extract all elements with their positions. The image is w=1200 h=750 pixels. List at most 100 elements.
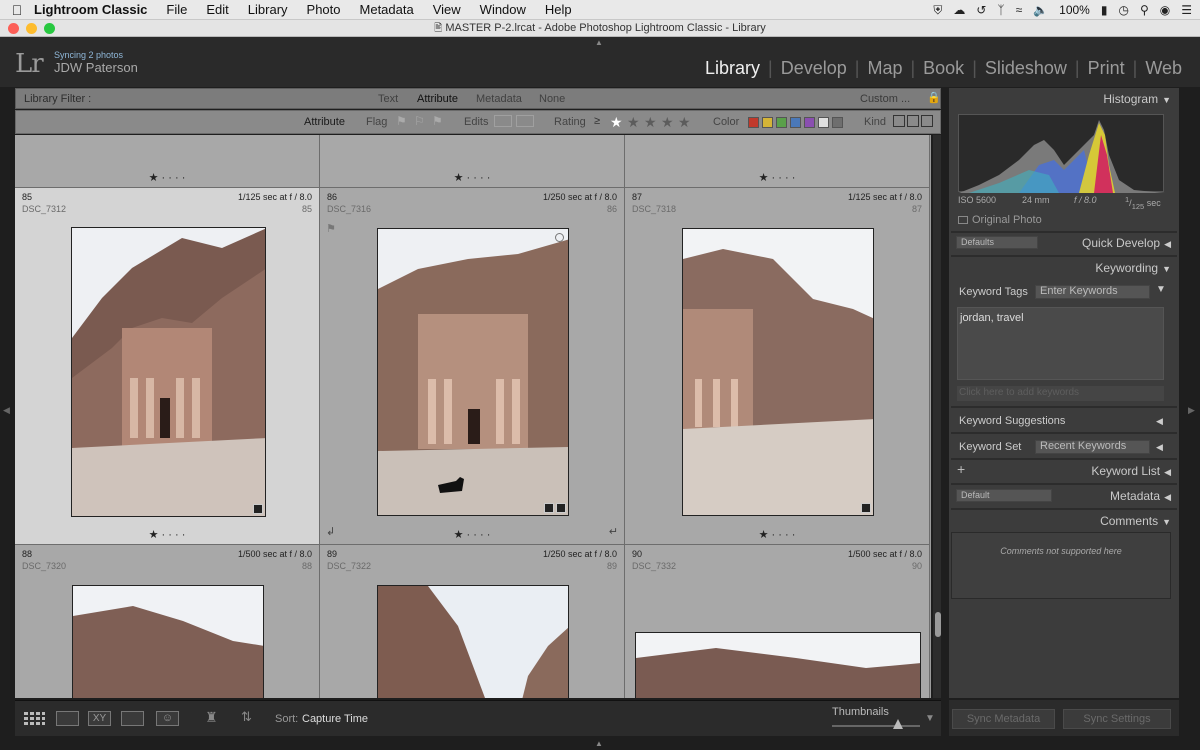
bluetooth-icon[interactable]: ᛉ [997,3,1004,17]
collapse-filmstrip-icon[interactable]: ▲ [595,739,603,748]
kind-master-icon[interactable] [893,115,905,127]
keyword-suggestions-triangle-icon[interactable]: ◀ [1156,416,1163,427]
grid-cell-partial[interactable]: ★ · · · · [320,135,625,188]
rejected-filter-icon[interactable]: ⚑ [432,114,443,128]
grid-cell-87[interactable]: 87 1/125 sec at f / 8.0 DSC_7318 87 ★ · … [625,188,930,545]
painter-spray-icon[interactable]: ♜ [205,709,218,726]
menu-help[interactable]: Help [545,2,572,17]
photo-thumbnail[interactable] [377,228,569,516]
people-view-icon[interactable]: ☺ [156,711,179,726]
keyword-set-triangle-icon[interactable]: ◀ [1156,442,1163,453]
sort-dropdown[interactable]: Capture Time [302,713,368,725]
cell-rating[interactable]: ★ · · · · [15,528,319,541]
sort-direction-icon[interactable]: ⇅ [241,709,252,725]
grid-cell-partial[interactable]: ★ · · · · [625,135,930,188]
cell-rating[interactable]: ★ · · · · [320,528,624,541]
rotate-right-icon[interactable]: ↵ [609,525,618,538]
module-book[interactable]: Book [915,58,972,79]
shield-icon[interactable]: ⛨ [933,3,942,18]
grid-cell-85[interactable]: 85 1/125 sec at f / 8.0 DSC_7312 85 ★ · … [15,188,320,545]
module-print[interactable]: Print [1080,58,1133,79]
sync-metadata-button[interactable]: Sync Metadata [952,709,1055,729]
toolbar-options-icon[interactable]: ▼ [925,713,935,724]
thumbnail-size-slider[interactable] [832,725,920,727]
photo-thumbnail[interactable] [71,227,266,517]
flag-icon[interactable]: ⚑ [326,222,336,235]
module-library[interactable]: Library [697,58,768,79]
keyword-tags-mode-dropdown[interactable]: Enter Keywords [1035,285,1150,299]
color-filter-purple[interactable] [804,117,815,128]
filter-tab-attribute[interactable]: Attribute [417,93,458,105]
cell-rating[interactable]: ★ · · · · [625,528,929,541]
filter-preset-dropdown[interactable]: Custom ... [860,93,910,105]
cell-rating[interactable]: ★ · · · · [15,171,319,184]
photo-thumbnail[interactable] [635,632,921,698]
menu-edit[interactable]: Edit [206,2,228,17]
close-window-button[interactable] [8,23,19,34]
minimize-window-button[interactable] [26,23,37,34]
compare-view-icon[interactable]: XY [88,711,111,726]
keyword-list-header[interactable]: Keyword List ◀ [949,460,1179,482]
flag-filter-icon[interactable]: ⚑ [396,114,407,128]
histogram-header[interactable]: Histogram ▼ [949,88,1179,110]
rating-star-5[interactable]: ★ [678,114,691,131]
rating-star-4[interactable]: ★ [661,114,674,131]
grid-cell-89[interactable]: 89 1/250 sec at f / 8.0 DSC_7322 89 [320,545,625,698]
wifi-icon[interactable]: ≈ [1016,3,1023,17]
lock-icon[interactable]: 🔒 [927,91,941,104]
app-menu[interactable]: Lightroom Classic [34,2,147,17]
color-filter-none[interactable] [832,117,843,128]
menu-metadata[interactable]: Metadata [360,2,414,17]
color-filter-red[interactable] [748,117,759,128]
grid-view-icon[interactable] [23,711,46,726]
battery-icon[interactable]: ▮ [1101,3,1108,17]
notification-center-icon[interactable]: ☰ [1181,3,1192,17]
unflagged-filter-icon[interactable]: ⚐ [414,114,425,128]
grid-cell-86[interactable]: 86 1/250 sec at f / 8.0 DSC_7316 86 ⚑ ↲ … [320,188,625,545]
grid-cell-90[interactable]: 90 1/500 sec at f / 8.0 DSC_7332 90 [625,545,930,698]
keyword-tags-triangle-icon[interactable]: ▼ [1156,284,1166,295]
add-keywords-input[interactable]: Click here to add keywords [957,386,1164,401]
color-filter-yellow[interactable] [762,117,773,128]
edited-badge-icon[interactable] [253,504,263,514]
kind-virtual-copy-icon[interactable] [907,115,919,127]
apple-menu-icon[interactable]:  [0,2,34,18]
original-photo-checkbox[interactable] [958,216,968,224]
menu-file[interactable]: File [166,2,187,17]
comments-header[interactable]: Comments ▼ [949,510,1179,532]
right-panel-toggle-icon[interactable]: ▶ [1188,405,1195,416]
sync-status[interactable]: Syncing 2 photos [54,50,123,60]
module-slideshow[interactable]: Slideshow [977,58,1075,79]
siri-icon[interactable]: ◉ [1160,3,1170,17]
loupe-view-icon[interactable] [56,711,79,726]
histogram-graph[interactable] [958,114,1165,193]
zoom-window-button[interactable] [44,23,55,34]
color-filter-blue[interactable] [790,117,801,128]
module-web[interactable]: Web [1137,58,1190,79]
photo-thumbnail[interactable] [682,228,874,516]
photo-thumbnail[interactable] [377,585,569,698]
cloud-icon[interactable]: ☁ [953,3,965,17]
rating-operator[interactable]: ≥ [594,115,600,127]
selection-circle-icon[interactable] [555,233,564,242]
metadata-header[interactable]: Metadata ◀ [949,485,1179,507]
thumbnail-size-knob[interactable] [893,719,903,729]
menu-library[interactable]: Library [248,2,288,17]
keywords-textarea[interactable]: jordan, travel [957,307,1164,380]
module-map[interactable]: Map [859,58,910,79]
keyword-suggestions-label[interactable]: Keyword Suggestions [959,415,1065,427]
grid-cell-88[interactable]: 88 1/500 sec at f / 8.0 DSC_7320 88 [15,545,320,698]
module-develop[interactable]: Develop [773,58,855,79]
left-panel-toggle-icon[interactable]: ◀ [3,405,10,416]
filter-tab-text[interactable]: Text [378,93,398,105]
filter-tab-metadata[interactable]: Metadata [476,93,522,105]
menu-photo[interactable]: Photo [307,2,341,17]
kind-video-icon[interactable] [921,115,933,127]
edited-badge-icon[interactable] [556,503,566,513]
sync-settings-button[interactable]: Sync Settings [1063,709,1171,729]
unedited-filter-icon[interactable] [516,115,534,127]
color-filter-custom[interactable] [818,117,829,128]
filter-tab-none[interactable]: None [539,93,565,105]
keyword-badge-icon[interactable] [544,503,554,513]
cell-rating[interactable]: ★ · · · · [320,171,624,184]
